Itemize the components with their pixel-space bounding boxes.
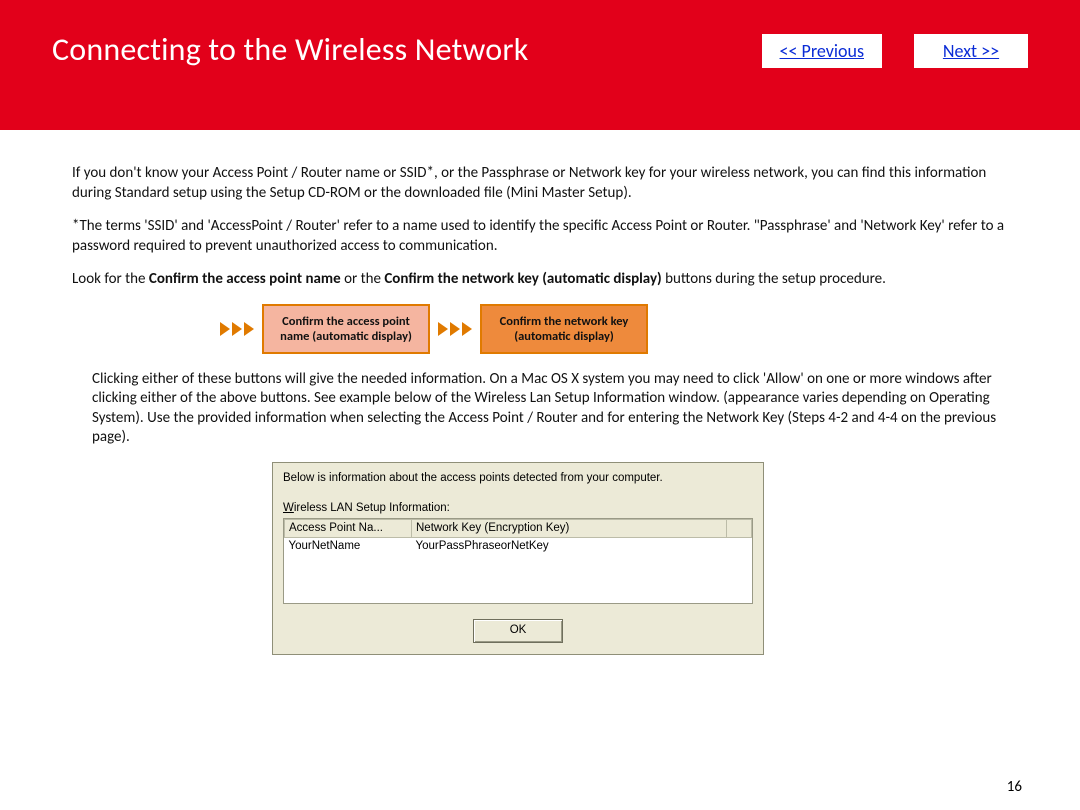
bold-confirm-key: Confirm the network key (automatic displ… [384, 270, 661, 288]
paragraph-lookfor: Look for the Confirm the access point na… [72, 270, 1024, 290]
ok-button[interactable]: OK [473, 619, 563, 643]
dialog-field-label: Wireless LAN Setup Information: [283, 501, 753, 516]
label-rest: ireless LAN Setup Information: [294, 502, 450, 514]
wireless-lan-setup-dialog: Below is information about the access po… [272, 462, 764, 656]
dialog-footer: OK [273, 608, 763, 654]
cell-access-point-name: YourNetName [285, 538, 412, 555]
confirm-access-point-button: Confirm the access point name (automatic… [262, 304, 430, 354]
text-fragment: buttons during the setup procedure. [662, 270, 886, 288]
setup-buttons-figure: Confirm the access point name (automatic… [220, 304, 1024, 354]
text-fragment: Look for the [72, 270, 149, 288]
dialog-description: Below is information about the access po… [283, 471, 753, 486]
header-banner: Connecting to the Wireless Network << Pr… [0, 0, 1080, 130]
col-network-key: Network Key (Encryption Key) [412, 520, 727, 538]
confirm-network-key-button: Confirm the network key (automatic displ… [480, 304, 648, 354]
arrow-icon [438, 322, 472, 336]
page-title: Connecting to the Wireless Network [52, 30, 762, 69]
content-area: If you don't know your Access Point / Ro… [0, 130, 1080, 655]
mnemonic-underline: W [283, 502, 294, 514]
table-header-row: Access Point Na... Network Key (Encrypti… [285, 520, 752, 538]
text-fragment: or the [341, 270, 385, 288]
paragraph-instructions: Clicking either of these buttons will gi… [92, 370, 1024, 448]
page-number: 16 [1007, 778, 1022, 796]
access-points-table: Access Point Na... Network Key (Encrypti… [283, 518, 753, 604]
paragraph-intro: If you don't know your Access Point / Ro… [72, 164, 1024, 203]
paragraph-footnote: *The terms 'SSID' and 'AccessPoint / Rou… [72, 217, 1024, 256]
previous-button[interactable]: << Previous [762, 34, 882, 68]
bold-confirm-ap: Confirm the access point name [149, 270, 341, 288]
table-row: YourNetName YourPassPhraseorNetKey [285, 538, 752, 555]
arrow-icon [220, 322, 254, 336]
col-access-point-name: Access Point Na... [285, 520, 412, 538]
cell-network-key: YourPassPhraseorNetKey [412, 538, 727, 555]
next-button[interactable]: Next >> [914, 34, 1028, 68]
nav-group: << Previous Next >> [762, 34, 1028, 68]
col-spacer [727, 520, 752, 538]
